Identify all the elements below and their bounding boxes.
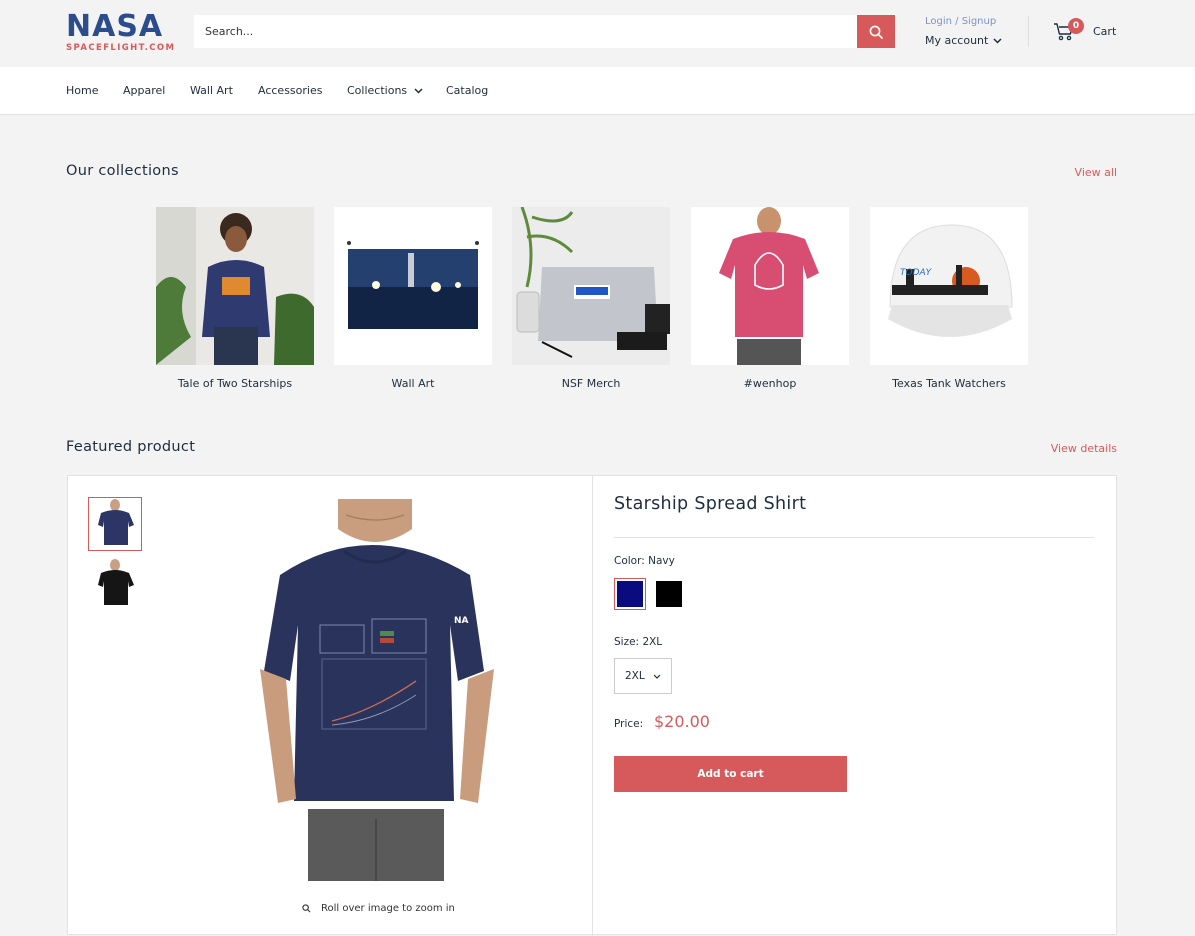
- collection-image: [334, 207, 492, 365]
- product-thumbnail-black[interactable]: [88, 557, 142, 611]
- color-label: Color:: [614, 555, 645, 567]
- collection-image: TODAY: [870, 207, 1028, 365]
- color-value: Navy: [648, 555, 675, 567]
- collection-label: Texas Tank Watchers: [892, 377, 1006, 390]
- size-label: Size:: [614, 636, 640, 648]
- nav-wall-art[interactable]: Wall Art: [190, 84, 233, 97]
- logo-wordmark: NASA: [66, 9, 164, 44]
- collection-label: NSF Merch: [561, 377, 621, 390]
- card-divider: [592, 476, 593, 936]
- login-signup-link[interactable]: Login / Signup: [925, 15, 1015, 29]
- add-to-cart-button[interactable]: Add to cart: [614, 756, 847, 792]
- search-button[interactable]: [857, 15, 895, 48]
- product-title[interactable]: Starship Spread Shirt: [614, 494, 806, 514]
- collection-image: [691, 207, 849, 365]
- chevron-down-icon: [993, 37, 1002, 44]
- my-account-dropdown[interactable]: My account: [925, 34, 1015, 47]
- cart-button[interactable]: 0 Cart: [1053, 18, 1123, 45]
- site-logo[interactable]: NASA SPACEFLIGHT.COM: [66, 9, 176, 54]
- collection-card[interactable]: TODAY Texas Tank Watchers: [870, 207, 1028, 390]
- logo-subtitle: SPACEFLIGHT.COM: [66, 43, 176, 53]
- collection-label: Wall Art: [391, 377, 435, 390]
- collection-label: #wenhop: [743, 377, 797, 390]
- nav-collections-label: Collections: [347, 84, 408, 97]
- product-price: $20.00: [654, 712, 710, 731]
- chevron-down-icon: [653, 674, 661, 679]
- swatch-fill: [656, 581, 682, 607]
- product-main-image[interactable]: NA: [258, 499, 498, 881]
- color-swatch-navy[interactable]: [614, 578, 646, 610]
- size-value: 2XL: [642, 636, 663, 648]
- title-divider: [614, 537, 1094, 538]
- view-all-link[interactable]: View all: [1075, 166, 1117, 179]
- size-select-value: 2XL: [625, 670, 645, 682]
- header: NASA SPACEFLIGHT.COM Login / Signup My a…: [0, 0, 1195, 67]
- header-divider: [1028, 16, 1029, 47]
- search-bar: [194, 15, 895, 48]
- nav-collections[interactable]: Collections: [347, 84, 423, 97]
- collection-card[interactable]: Wall Art: [334, 207, 492, 390]
- svg-text:TODAY: TODAY: [900, 268, 933, 278]
- size-option-label: Size: 2XL: [614, 636, 662, 648]
- collection-card[interactable]: NSF Merch: [512, 207, 670, 390]
- my-account-label: My account: [925, 34, 989, 47]
- svg-text:NA: NA: [454, 616, 469, 626]
- view-details-link[interactable]: View details: [1051, 442, 1117, 455]
- search-icon: [869, 25, 883, 39]
- color-swatch-black[interactable]: [653, 578, 685, 610]
- collection-card[interactable]: #wenhop: [691, 207, 849, 390]
- featured-heading: Featured product: [66, 439, 196, 455]
- zoom-hint: Roll over image to zoom in: [302, 903, 455, 914]
- zoom-hint-text: Roll over image to zoom in: [321, 903, 455, 914]
- nav-catalog[interactable]: Catalog: [446, 84, 488, 97]
- collections-heading: Our collections: [66, 163, 179, 179]
- collection-label: Tale of Two Starships: [177, 377, 293, 390]
- price-label: Price:: [614, 718, 644, 730]
- featured-product-card: NA Roll over image to zoom in Starship S…: [67, 475, 1117, 936]
- nav-home[interactable]: Home: [66, 84, 98, 97]
- collection-card[interactable]: Tale of Two Starships: [156, 207, 314, 390]
- nav-apparel[interactable]: Apparel: [123, 84, 165, 97]
- collection-image: [512, 207, 670, 365]
- account-menu[interactable]: Login / Signup My account: [925, 15, 1015, 47]
- size-select[interactable]: 2XL: [614, 658, 672, 694]
- product-thumbnail-navy[interactable]: [88, 497, 142, 551]
- collection-image: [156, 207, 314, 365]
- magnifier-icon: [302, 904, 311, 913]
- color-option-label: Color: Navy: [614, 555, 675, 567]
- search-input[interactable]: [194, 15, 857, 48]
- swatch-fill: [617, 581, 643, 607]
- nav-accessories[interactable]: Accessories: [258, 84, 322, 97]
- cart-label: Cart: [1093, 25, 1117, 38]
- cart-count-badge: 0: [1068, 18, 1084, 34]
- main-nav: Home Apparel Wall Art Accessories Collec…: [0, 67, 1195, 115]
- chevron-down-icon: [414, 87, 423, 94]
